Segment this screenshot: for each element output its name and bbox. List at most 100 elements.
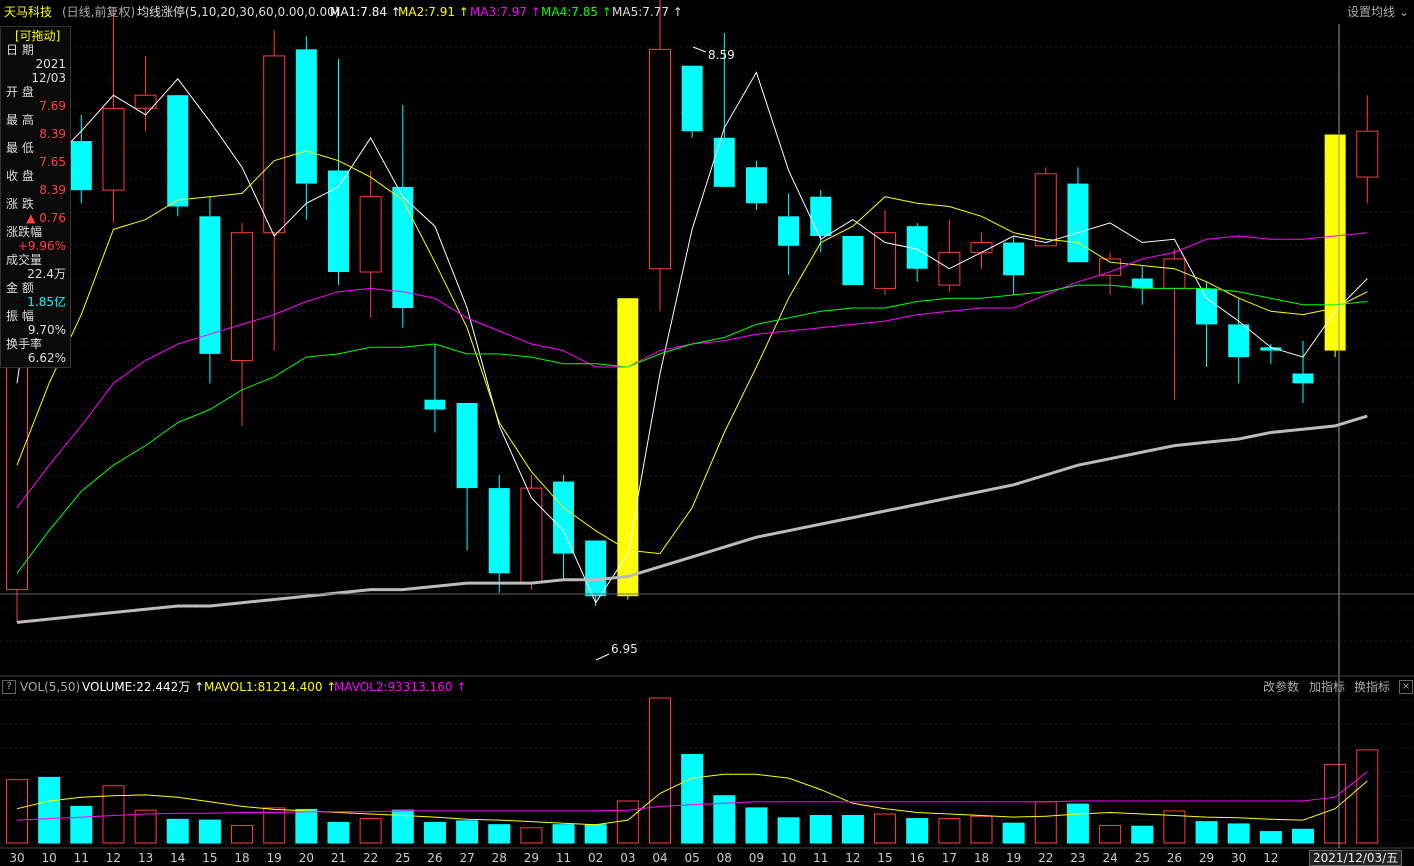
candle-body xyxy=(231,232,254,361)
candle-body xyxy=(328,170,349,273)
change-params-button[interactable]: 改参数 xyxy=(1263,680,1299,694)
volume-bar xyxy=(6,779,28,844)
close-value: 8.39 xyxy=(39,183,66,197)
close-icon[interactable]: × xyxy=(1399,680,1413,694)
x-tick-label: 15 xyxy=(877,851,892,865)
ma1-value: MA1:7.84 ↑ xyxy=(330,5,401,19)
x-tick-label: 24 xyxy=(1102,851,1117,865)
x-tick-label: 02 xyxy=(588,851,603,865)
candle-body xyxy=(295,49,317,184)
candle-body xyxy=(1292,373,1314,384)
candle-body xyxy=(102,107,125,191)
kline-chart[interactable]: 30 10 11 12 13 14 15 18 19 20 21 22 25 26 27 28 29 11 02 03… xyxy=(0,0,1414,866)
x-tick-label: 15 xyxy=(202,851,217,865)
x-tick-label: 12 xyxy=(1263,851,1278,865)
x-tick-label: 18 xyxy=(974,851,989,865)
volume-bar xyxy=(841,815,864,844)
candle-body xyxy=(1163,258,1186,289)
candle-body xyxy=(424,399,446,410)
help-button[interactable]: ? xyxy=(2,680,16,694)
volume-bar xyxy=(134,809,157,844)
volume-bar xyxy=(1259,831,1282,844)
chart-header: 天马科技 (日线,前复权) 均线涨停(5,10,20,30,60,0.00,0.… xyxy=(0,0,1414,24)
volume-bar xyxy=(1131,825,1154,844)
x-tick-label: 12 xyxy=(106,851,121,865)
volume-bar xyxy=(874,813,897,844)
x-tick-label: 05 xyxy=(685,851,700,865)
x-tick-label: 03 xyxy=(620,851,635,865)
candle-body xyxy=(649,48,671,270)
candle-body xyxy=(681,65,703,132)
x-tick-label: 22 xyxy=(1038,851,1053,865)
pct-value: +9.96% xyxy=(17,239,66,253)
x-tick-label: 17 xyxy=(942,851,957,865)
mavol1-label: MAVOL1:81214.400 ↑ xyxy=(204,680,337,694)
turnover-label: 换手率 xyxy=(6,337,43,351)
volume-bar xyxy=(166,818,189,844)
volume-bar xyxy=(359,818,382,844)
x-tick-label: 13 xyxy=(138,851,153,865)
mavol2-label: MAVOL2:93313.160 ↑ xyxy=(334,680,467,694)
volume-bar xyxy=(1002,822,1025,844)
candle-body xyxy=(1196,288,1218,325)
add-indicator-button[interactable]: 加指标 xyxy=(1309,680,1345,694)
x-tick-label: 08 xyxy=(717,851,732,865)
volume-bar xyxy=(1324,763,1347,844)
x-tick-label: 26 xyxy=(1167,851,1182,865)
candle-body xyxy=(1067,183,1089,263)
volume-bar xyxy=(327,821,350,844)
x-tick-label: 25 xyxy=(1135,851,1150,865)
grid-lines xyxy=(0,46,1414,845)
candle-body xyxy=(713,137,735,187)
volume-bar xyxy=(584,824,607,844)
volume-label: 成交量 xyxy=(6,253,43,267)
volume-bar xyxy=(488,824,511,844)
stock-name[interactable]: 天马科技 xyxy=(4,5,52,19)
volume-bar xyxy=(552,824,575,844)
candle-body xyxy=(745,167,767,204)
switch-indicator-button[interactable]: 换指标 xyxy=(1354,680,1390,694)
candle-body xyxy=(1003,242,1025,276)
volume-bar xyxy=(745,807,768,844)
volume-bar xyxy=(456,820,479,844)
volume-bar xyxy=(938,818,961,844)
x-tick-label: 14 xyxy=(170,851,185,865)
ma-settings-button[interactable]: 设置均线 ⌄ xyxy=(1347,5,1409,19)
volume-bar xyxy=(1227,823,1250,844)
x-tick-label: 29 xyxy=(524,851,539,865)
low-price-label: 6.95 xyxy=(611,642,638,656)
low-value: 7.65 xyxy=(39,155,66,169)
volume-bar xyxy=(681,753,704,844)
x-tick-label: 04 xyxy=(652,851,667,865)
ma5-line xyxy=(16,414,1368,624)
candle-body xyxy=(1099,258,1122,276)
candle-body xyxy=(392,186,414,309)
info-panel[interactable]: [可拖动] 日 期 2021 12/03 开 盘 7.69 最 高 8.39 最… xyxy=(0,26,71,368)
candle-body xyxy=(810,196,832,236)
x-tick-label: 10 xyxy=(781,851,796,865)
volume-bar xyxy=(263,807,286,844)
indicator-name[interactable]: 均线涨停(5,10,20,30,60,0.00,0.00) xyxy=(137,5,339,19)
amplitude-value: 9.70% xyxy=(27,323,66,337)
chart-mode: (日线,前复权) xyxy=(62,5,136,19)
x-tick-label: 19 xyxy=(1006,851,1021,865)
volume-bar xyxy=(970,815,993,844)
low-label: 最 低 xyxy=(6,141,34,155)
volume-bar xyxy=(777,817,800,844)
volume-indicator-name[interactable]: VOL(5,50) xyxy=(20,680,80,694)
x-tick-label: 21 xyxy=(331,851,346,865)
high-label: 最 高 xyxy=(6,113,34,127)
volume-bar xyxy=(423,821,446,844)
volume-bar xyxy=(906,818,929,844)
date-year: 2021 xyxy=(35,57,66,71)
date-value: 12/03 xyxy=(31,71,66,85)
change-value: ▲ 0.76 xyxy=(26,211,66,225)
drag-handle[interactable]: [可拖动] xyxy=(15,30,60,43)
candle-body xyxy=(1324,134,1346,351)
volume-bar xyxy=(1066,803,1089,844)
x-tick-label: 22 xyxy=(363,851,378,865)
x-tick-label: 11 xyxy=(813,851,828,865)
candle-body xyxy=(585,540,607,597)
x-tick-label: 12 xyxy=(845,851,860,865)
cursor-date-label: 2021/12/03/五 xyxy=(1309,850,1403,866)
